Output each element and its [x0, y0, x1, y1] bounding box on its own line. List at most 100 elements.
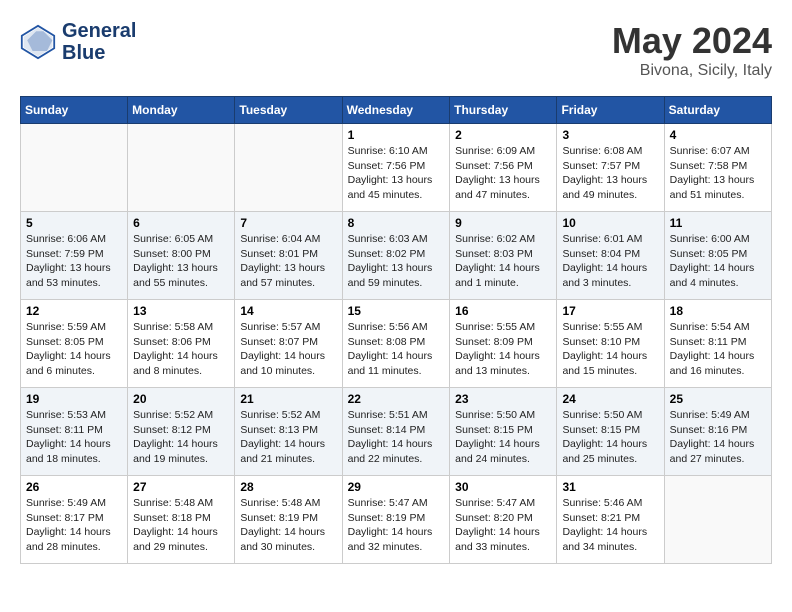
calendar-cell: 6 Sunrise: 6:05 AM Sunset: 8:00 PM Daylig…	[128, 212, 235, 300]
calendar-cell: 4 Sunrise: 6:07 AM Sunset: 7:58 PM Daylig…	[664, 124, 771, 212]
day-number: 5	[26, 216, 122, 230]
day-info: Sunrise: 5:48 AM Sunset: 8:19 PM Dayligh…	[240, 496, 336, 555]
day-number: 25	[670, 392, 766, 406]
day-number: 4	[670, 128, 766, 142]
day-number: 7	[240, 216, 336, 230]
day-number: 11	[670, 216, 766, 230]
calendar-header-row: SundayMondayTuesdayWednesdayThursdayFrid…	[21, 97, 772, 124]
calendar-cell: 2 Sunrise: 6:09 AM Sunset: 7:56 PM Daylig…	[450, 124, 557, 212]
day-info: Sunrise: 6:09 AM Sunset: 7:56 PM Dayligh…	[455, 144, 551, 203]
calendar-cell: 9 Sunrise: 6:02 AM Sunset: 8:03 PM Daylig…	[450, 212, 557, 300]
day-number: 15	[348, 304, 445, 318]
calendar-body: 1 Sunrise: 6:10 AM Sunset: 7:56 PM Daylig…	[21, 124, 772, 564]
day-info: Sunrise: 6:00 AM Sunset: 8:05 PM Dayligh…	[670, 232, 766, 291]
day-number: 6	[133, 216, 229, 230]
month-year: May 2024	[612, 20, 772, 62]
day-number: 17	[562, 304, 658, 318]
day-info: Sunrise: 5:53 AM Sunset: 8:11 PM Dayligh…	[26, 408, 122, 467]
day-info: Sunrise: 5:50 AM Sunset: 8:15 PM Dayligh…	[455, 408, 551, 467]
day-number: 26	[26, 480, 122, 494]
calendar-cell: 10Sunrise: 6:01 AM Sunset: 8:04 PM Dayli…	[557, 212, 664, 300]
day-of-week-header: Tuesday	[235, 97, 342, 124]
day-info: Sunrise: 5:49 AM Sunset: 8:16 PM Dayligh…	[670, 408, 766, 467]
day-number: 22	[348, 392, 445, 406]
day-number: 29	[348, 480, 445, 494]
day-number: 20	[133, 392, 229, 406]
day-number: 31	[562, 480, 658, 494]
day-number: 14	[240, 304, 336, 318]
day-number: 13	[133, 304, 229, 318]
day-of-week-header: Saturday	[664, 97, 771, 124]
page-header: General Blue May 2024 Bivona, Sicily, It…	[20, 20, 772, 80]
calendar-week-row: 1 Sunrise: 6:10 AM Sunset: 7:56 PM Daylig…	[21, 124, 772, 212]
day-info: Sunrise: 5:52 AM Sunset: 8:13 PM Dayligh…	[240, 408, 336, 467]
day-number: 19	[26, 392, 122, 406]
day-number: 23	[455, 392, 551, 406]
calendar-cell: 18Sunrise: 5:54 AM Sunset: 8:11 PM Dayli…	[664, 300, 771, 388]
day-info: Sunrise: 6:07 AM Sunset: 7:58 PM Dayligh…	[670, 144, 766, 203]
day-number: 8	[348, 216, 445, 230]
day-info: Sunrise: 6:08 AM Sunset: 7:57 PM Dayligh…	[562, 144, 658, 203]
calendar-cell: 3 Sunrise: 6:08 AM Sunset: 7:57 PM Daylig…	[557, 124, 664, 212]
calendar-cell: 5 Sunrise: 6:06 AM Sunset: 7:59 PM Daylig…	[21, 212, 128, 300]
calendar-cell: 21 Sunrise: 5:52 AM Sunset: 8:13 PM Dayli…	[235, 388, 342, 476]
calendar-cell: 7 Sunrise: 6:04 AM Sunset: 8:01 PM Daylig…	[235, 212, 342, 300]
day-number: 2	[455, 128, 551, 142]
day-info: Sunrise: 5:57 AM Sunset: 8:07 PM Dayligh…	[240, 320, 336, 379]
day-of-week-header: Thursday	[450, 97, 557, 124]
calendar-cell: 31Sunrise: 5:46 AM Sunset: 8:21 PM Dayli…	[557, 476, 664, 564]
calendar-cell: 19 Sunrise: 5:53 AM Sunset: 8:11 PM Dayli…	[21, 388, 128, 476]
day-info: Sunrise: 6:05 AM Sunset: 8:00 PM Dayligh…	[133, 232, 229, 291]
day-number: 12	[26, 304, 122, 318]
day-number: 21	[240, 392, 336, 406]
location: Bivona, Sicily, Italy	[612, 62, 772, 80]
day-info: Sunrise: 5:51 AM Sunset: 8:14 PM Dayligh…	[348, 408, 445, 467]
calendar-week-row: 5 Sunrise: 6:06 AM Sunset: 7:59 PM Daylig…	[21, 212, 772, 300]
calendar-cell: 17 Sunrise: 5:55 AM Sunset: 8:10 PM Dayli…	[557, 300, 664, 388]
day-info: Sunrise: 5:48 AM Sunset: 8:18 PM Dayligh…	[133, 496, 229, 555]
day-number: 16	[455, 304, 551, 318]
day-info: Sunrise: 5:55 AM Sunset: 8:10 PM Dayligh…	[562, 320, 658, 379]
day-number: 1	[348, 128, 445, 142]
calendar-cell: 29 Sunrise: 5:47 AM Sunset: 8:19 PM Dayli…	[342, 476, 450, 564]
day-info: Sunrise: 5:56 AM Sunset: 8:08 PM Dayligh…	[348, 320, 445, 379]
calendar-cell: 1 Sunrise: 6:10 AM Sunset: 7:56 PM Daylig…	[342, 124, 450, 212]
day-info: Sunrise: 5:59 AM Sunset: 8:05 PM Dayligh…	[26, 320, 122, 379]
calendar-cell: 26 Sunrise: 5:49 AM Sunset: 8:17 PM Dayli…	[21, 476, 128, 564]
day-of-week-header: Wednesday	[342, 97, 450, 124]
day-info: Sunrise: 6:10 AM Sunset: 7:56 PM Dayligh…	[348, 144, 445, 203]
day-number: 3	[562, 128, 658, 142]
calendar-cell: 12 Sunrise: 5:59 AM Sunset: 8:05 PM Dayli…	[21, 300, 128, 388]
day-info: Sunrise: 6:06 AM Sunset: 7:59 PM Dayligh…	[26, 232, 122, 291]
calendar-cell	[235, 124, 342, 212]
calendar-table: SundayMondayTuesdayWednesdayThursdayFrid…	[20, 96, 772, 564]
day-number: 9	[455, 216, 551, 230]
day-info: Sunrise: 6:04 AM Sunset: 8:01 PM Dayligh…	[240, 232, 336, 291]
logo: General Blue	[20, 20, 136, 64]
calendar-cell: 15 Sunrise: 5:56 AM Sunset: 8:08 PM Dayli…	[342, 300, 450, 388]
day-info: Sunrise: 5:50 AM Sunset: 8:15 PM Dayligh…	[562, 408, 658, 467]
logo-icon	[20, 24, 56, 60]
calendar-cell: 25 Sunrise: 5:49 AM Sunset: 8:16 PM Dayli…	[664, 388, 771, 476]
calendar-cell: 30Sunrise: 5:47 AM Sunset: 8:20 PM Dayli…	[450, 476, 557, 564]
day-number: 30	[455, 480, 551, 494]
logo-text: General Blue	[62, 20, 136, 64]
day-number: 18	[670, 304, 766, 318]
day-info: Sunrise: 5:49 AM Sunset: 8:17 PM Dayligh…	[26, 496, 122, 555]
calendar-cell: 16Sunrise: 5:55 AM Sunset: 8:09 PM Dayli…	[450, 300, 557, 388]
calendar-cell: 13Sunrise: 5:58 AM Sunset: 8:06 PM Dayli…	[128, 300, 235, 388]
calendar-cell: 20 Sunrise: 5:52 AM Sunset: 8:12 PM Dayli…	[128, 388, 235, 476]
day-info: Sunrise: 5:47 AM Sunset: 8:19 PM Dayligh…	[348, 496, 445, 555]
calendar-cell: 28Sunrise: 5:48 AM Sunset: 8:19 PM Dayli…	[235, 476, 342, 564]
calendar-cell: 14 Sunrise: 5:57 AM Sunset: 8:07 PM Dayli…	[235, 300, 342, 388]
title-block: May 2024 Bivona, Sicily, Italy	[612, 20, 772, 80]
calendar-week-row: 26 Sunrise: 5:49 AM Sunset: 8:17 PM Dayli…	[21, 476, 772, 564]
day-info: Sunrise: 6:02 AM Sunset: 8:03 PM Dayligh…	[455, 232, 551, 291]
day-info: Sunrise: 5:52 AM Sunset: 8:12 PM Dayligh…	[133, 408, 229, 467]
calendar-week-row: 12 Sunrise: 5:59 AM Sunset: 8:05 PM Dayli…	[21, 300, 772, 388]
calendar-cell	[21, 124, 128, 212]
calendar-cell	[664, 476, 771, 564]
day-info: Sunrise: 6:01 AM Sunset: 8:04 PM Dayligh…	[562, 232, 658, 291]
calendar-cell: 11 Sunrise: 6:00 AM Sunset: 8:05 PM Dayli…	[664, 212, 771, 300]
calendar-cell: 23 Sunrise: 5:50 AM Sunset: 8:15 PM Dayli…	[450, 388, 557, 476]
